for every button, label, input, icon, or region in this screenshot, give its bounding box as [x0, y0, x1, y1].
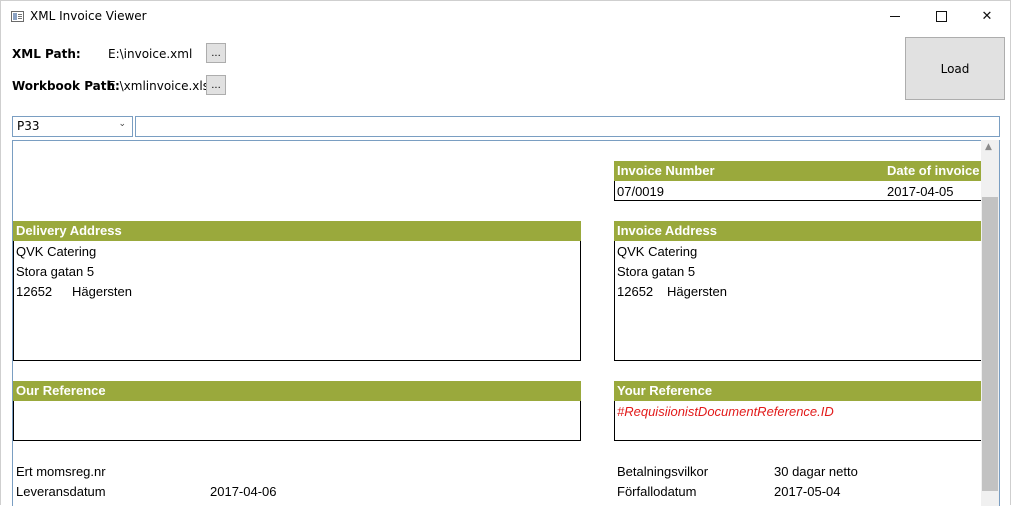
maximize-button[interactable] [918, 0, 964, 32]
xml-browse-button[interactable]: ... [206, 43, 226, 63]
invoice-address-header: Invoice Address [614, 221, 994, 241]
invoice-street-cell[interactable]: Stora gatan 5 [617, 264, 695, 279]
vat-number-label[interactable]: Ert momsreg.nr [16, 464, 106, 479]
chevron-down-icon[interactable]: ⌄ [118, 119, 126, 129]
close-icon: ✕ [981, 8, 993, 24]
maximize-icon [935, 10, 947, 22]
workbook-browse-button[interactable]: ... [206, 75, 226, 95]
delivery-street-cell[interactable]: Stora gatan 5 [16, 264, 94, 279]
minimize-button[interactable] [872, 0, 918, 32]
your-reference-header: Your Reference [614, 381, 994, 401]
delivery-address-header: Delivery Address [13, 221, 581, 241]
window-title: XML Invoice Viewer [30, 9, 147, 23]
due-date-label[interactable]: Förfallodatum [617, 484, 696, 499]
payment-terms-cell[interactable]: 30 dagar netto [774, 464, 858, 479]
invoice-date-cell[interactable]: 2017-04-05 [887, 184, 954, 199]
delivery-name-cell[interactable]: QVK Catering [16, 244, 96, 259]
workbook-path-value: E:\xmlinvoice.xlsx [108, 79, 217, 93]
load-button[interactable]: Load [905, 37, 1005, 100]
your-reference-value[interactable]: #RequisiionistDocumentReference.ID [617, 404, 834, 419]
delivery-city-cell[interactable]: Hägersten [72, 284, 132, 299]
invoice-number-cell[interactable]: 07/0019 [617, 184, 664, 199]
our-reference-header: Our Reference [13, 381, 581, 401]
title-bar[interactable]: XML Invoice Viewer ✕ [0, 0, 1012, 32]
xml-path-label: XML Path: [12, 47, 81, 61]
payment-terms-label[interactable]: Betalningsvilkor [617, 464, 708, 479]
scroll-up-icon[interactable]: ▲ [985, 142, 992, 152]
date-of-invoice-header: Date of invoice [887, 163, 980, 178]
invoice-zip-cell[interactable]: 12652 [617, 284, 653, 299]
scrollbar-thumb[interactable] [982, 197, 998, 491]
xml-path-value: E:\invoice.xml [108, 47, 193, 61]
invoice-info-header: Invoice Number Date of invoice [614, 161, 994, 181]
minimize-icon [890, 15, 900, 17]
delivery-date-label[interactable]: Leveransdatum [16, 484, 106, 499]
invoice-number-header: Invoice Number [617, 163, 715, 178]
invoice-city-cell[interactable]: Hägersten [667, 284, 727, 299]
cell-reference-value: P33 [17, 119, 40, 133]
formula-bar-input[interactable] [135, 116, 1000, 137]
delivery-date-cell[interactable]: 2017-04-06 [210, 484, 277, 499]
spreadsheet-view[interactable]: Invoice Number Date of invoice 07/0019 2… [12, 140, 1000, 506]
delivery-zip-cell[interactable]: 12652 [16, 284, 52, 299]
invoice-name-cell[interactable]: QVK Catering [617, 244, 697, 259]
app-window-icon [11, 11, 24, 22]
cell-reference-box[interactable]: P33 ⌄ [12, 116, 133, 137]
close-button[interactable]: ✕ [964, 0, 1010, 32]
workbook-path-label: Workbook Path: [12, 79, 120, 93]
due-date-cell[interactable]: 2017-05-04 [774, 484, 841, 499]
